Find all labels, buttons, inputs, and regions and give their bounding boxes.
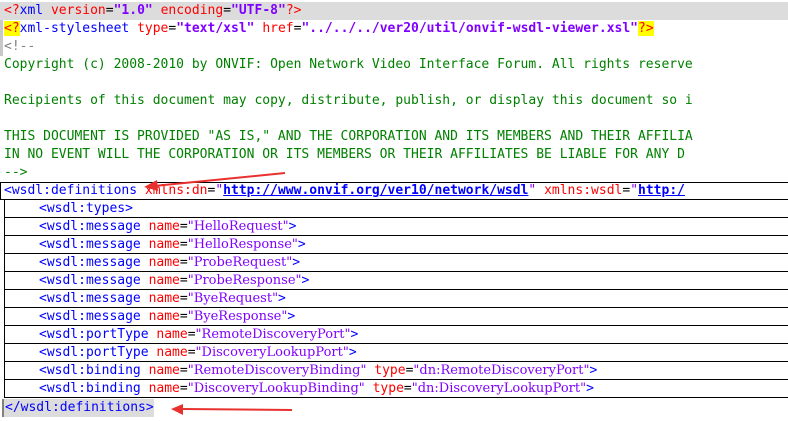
comment-open: <!-- — [4, 39, 36, 54]
copyright-text: Copyright (c) 2008-2010 by ONVIF: Open N… — [4, 57, 693, 72]
message-tag[interactable]: <wsdl:message name="ProbeRequest"> — [39, 254, 300, 271]
wsdl-types-tag[interactable]: <wsdl:types> — [39, 200, 133, 217]
line-xml-declaration: <?xml version="1.0" encoding="UTF-8"?> — [0, 2, 788, 20]
row-message-bye-response: <wsdl:message name="ByeResponse"> — [4, 308, 788, 326]
message-tag[interactable]: <wsdl:message name="HelloResponse"> — [39, 236, 306, 253]
xml-declaration: <?xml version="1.0" encoding="UTF-8"?> — [4, 3, 302, 18]
row-wsdl-types: <wsdl:types> — [4, 200, 788, 218]
line-copyright: Copyright (c) 2008-2010 by ONVIF: Open N… — [0, 56, 788, 74]
binding-tag[interactable]: <wsdl:binding name="RemoteDiscoveryBindi… — [39, 362, 597, 379]
xml-stylesheet-instruction: <?xml-stylesheet type="text/xsl" href=".… — [4, 21, 654, 36]
row-message-hello-request: <wsdl:message name="HelloRequest"> — [4, 218, 788, 236]
message-tag[interactable]: <wsdl:message name="ByeResponse"> — [39, 308, 295, 325]
row-message-probe-request: <wsdl:message name="ProbeRequest"> — [4, 254, 788, 272]
comment-close: --> — [4, 165, 28, 180]
xml-editor[interactable]: <?xml version="1.0" encoding="UTF-8"?> <… — [0, 0, 788, 421]
row-message-bye-request: <wsdl:message name="ByeRequest"> — [4, 290, 788, 308]
row-porttype-discovery-lookup: <wsdl:portType name="DiscoveryLookupPort… — [4, 344, 788, 362]
row-binding-discovery-lookup: <wsdl:binding name="DiscoveryLookupBindi… — [4, 380, 788, 398]
definitions-close-tag[interactable]: </wsdl:definitions> — [2, 399, 154, 417]
line-comment-open: <!-- — [0, 38, 788, 56]
row-message-probe-response: <wsdl:message name="ProbeResponse"> — [4, 272, 788, 290]
line-provided-as-is: THIS DOCUMENT IS PROVIDED "AS IS," AND T… — [0, 128, 788, 146]
message-tag[interactable]: <wsdl:message name="ByeRequest"> — [39, 290, 286, 307]
red-arrow-icon — [144, 172, 286, 191]
line-xml-stylesheet: <?xml-stylesheet type="text/xsl" href=".… — [0, 20, 788, 38]
line-blank-1 — [0, 74, 788, 92]
red-arrow-icon — [171, 404, 293, 415]
binding-tag[interactable]: <wsdl:binding name="DiscoveryLookupBindi… — [39, 380, 594, 397]
line-recipients: Recipients of this document may copy, di… — [0, 92, 788, 110]
xmlns-wsdl-link[interactable]: http:/ — [638, 183, 685, 198]
recipients-text: Recipients of this document may copy, di… — [4, 93, 693, 108]
porttype-tag[interactable]: <wsdl:portType name="RemoteDiscoveryPort… — [39, 326, 358, 343]
line-definitions-close: </wsdl:definitions> — [0, 399, 788, 417]
line-no-event: IN NO EVENT WILL THE CORPORATION OR ITS … — [0, 146, 788, 164]
porttype-tag[interactable]: <wsdl:portType name="DiscoveryLookupPort… — [39, 344, 357, 361]
provided-as-is-text: THIS DOCUMENT IS PROVIDED "AS IS," AND T… — [4, 129, 693, 144]
line-blank-2 — [0, 110, 788, 128]
line-definitions-open: <wsdl:definitions xmlns:dn="http://www.o… — [0, 182, 788, 200]
row-binding-remote-discovery: <wsdl:binding name="RemoteDiscoveryBindi… — [4, 362, 788, 380]
message-tag[interactable]: <wsdl:message name="ProbeResponse"> — [39, 272, 309, 289]
line-comment-close: --> — [0, 164, 788, 182]
no-event-text: IN NO EVENT WILL THE CORPORATION OR ITS … — [4, 147, 685, 162]
definitions-open-tag[interactable]: <wsdl:definitions xmlns:dn="http://www.o… — [4, 183, 685, 199]
row-porttype-remote-discovery: <wsdl:portType name="RemoteDiscoveryPort… — [4, 326, 788, 344]
row-message-hello-response: <wsdl:message name="HelloResponse"> — [4, 236, 788, 254]
message-tag[interactable]: <wsdl:message name="HelloRequest"> — [39, 218, 296, 235]
